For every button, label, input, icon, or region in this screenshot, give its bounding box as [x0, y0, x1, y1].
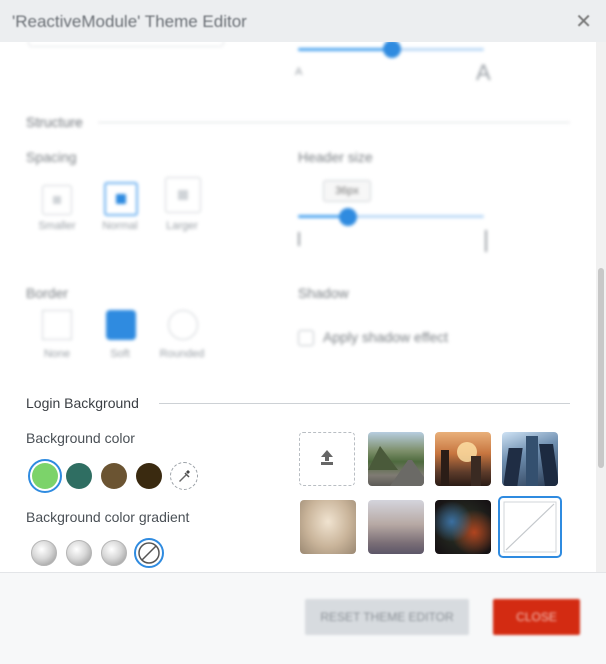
input-field-remnant — [28, 42, 224, 47]
skyscraper-right — [539, 444, 558, 486]
structure-divider — [98, 122, 570, 123]
color-swatch-green[interactable] — [32, 463, 58, 489]
factory-tower — [471, 456, 481, 486]
font-size-slider-knob[interactable] — [383, 42, 401, 58]
font-size-max-label: A — [476, 60, 491, 85]
content-scrollbar-thumb[interactable] — [598, 268, 604, 468]
color-swatch-brown[interactable] — [101, 463, 127, 489]
spacing-label: Spacing — [26, 149, 77, 165]
border-soft-option[interactable] — [106, 310, 136, 340]
road-shape — [390, 460, 424, 486]
font-size-min-label: A — [295, 66, 303, 78]
close-button[interactable]: CLOSE — [493, 599, 580, 635]
footer-bar: RESET THEME EDITOR CLOSE — [0, 572, 606, 664]
eyedropper-icon — [179, 470, 190, 482]
border-soft-label: Soft — [110, 348, 130, 360]
background-image-mountain-road[interactable] — [368, 432, 424, 486]
theme-editor-content: A A Structure Spacing Smaller Normal Lar… — [0, 42, 596, 572]
close-icon[interactable]: ✕ — [575, 9, 592, 34]
border-label: Border — [26, 285, 69, 301]
content-scrollbar[interactable] — [596, 42, 606, 572]
gradient-option-1[interactable] — [31, 540, 57, 566]
no-image-icon — [503, 501, 557, 553]
spacing-larger-option[interactable] — [165, 177, 201, 213]
border-rounded-option[interactable] — [168, 310, 198, 340]
login-background-divider — [159, 403, 570, 404]
upload-image-button[interactable] — [299, 432, 355, 486]
gradient-option-2[interactable] — [66, 540, 92, 566]
header-size-min-glyph — [298, 232, 300, 246]
spacing-larger-label: Larger — [166, 220, 198, 232]
header-size-label: Header size — [298, 149, 373, 165]
skyscraper-left — [503, 448, 523, 486]
gradient-label: Background color gradient — [26, 509, 190, 525]
header-size-value-badge: 36px — [323, 180, 371, 202]
color-swatch-teal[interactable] — [66, 463, 92, 489]
reset-theme-editor-button[interactable]: RESET THEME EDITOR — [305, 599, 469, 635]
factory-chimney — [441, 450, 449, 486]
header-size-slider[interactable] — [298, 215, 484, 218]
no-gradient-icon — [138, 542, 160, 564]
spacing-normal-option[interactable] — [104, 182, 138, 216]
upload-icon — [321, 450, 333, 465]
spacing-smaller-option[interactable] — [42, 185, 72, 215]
background-image-blurred-bokeh[interactable] — [435, 500, 491, 554]
border-rounded-label: Rounded — [159, 348, 205, 360]
background-image-none-option[interactable] — [498, 496, 562, 558]
skyscraper-middle — [526, 436, 538, 486]
mountain-shape — [368, 446, 398, 470]
login-background-heading: Login Background — [26, 395, 139, 411]
border-none-option[interactable] — [42, 310, 72, 340]
color-swatch-dark-brown[interactable] — [136, 463, 162, 489]
gradient-option-none[interactable] — [134, 538, 164, 568]
gradient-option-3[interactable] — [101, 540, 127, 566]
spacing-normal-glyph — [116, 194, 126, 204]
header-size-max-glyph — [485, 230, 487, 252]
background-image-blurred-city[interactable] — [368, 500, 424, 554]
font-size-slider-fill — [298, 48, 391, 51]
spacing-larger-glyph — [178, 190, 188, 200]
background-image-skyscrapers[interactable] — [502, 432, 558, 486]
header-size-slider-knob[interactable] — [339, 208, 357, 226]
background-color-label: Background color — [26, 430, 135, 446]
background-image-blurred-beige[interactable] — [300, 500, 356, 554]
spacing-normal-label: Normal — [102, 220, 138, 232]
spacing-smaller-glyph — [53, 196, 61, 204]
structure-heading: Structure — [26, 114, 83, 130]
window-title: 'ReactiveModule' Theme Editor — [12, 12, 247, 31]
title-bar: 'ReactiveModule' Theme Editor ✕ — [0, 0, 606, 43]
shadow-checkbox-label: Apply shadow effect — [323, 329, 449, 345]
eyedropper-button[interactable] — [170, 462, 198, 490]
background-image-industrial-sunset[interactable] — [435, 432, 491, 486]
shadow-label: Shadow — [298, 285, 349, 301]
border-none-label: None — [43, 348, 71, 360]
shadow-checkbox[interactable] — [298, 330, 314, 346]
spacing-smaller-label: Smaller — [38, 220, 76, 232]
